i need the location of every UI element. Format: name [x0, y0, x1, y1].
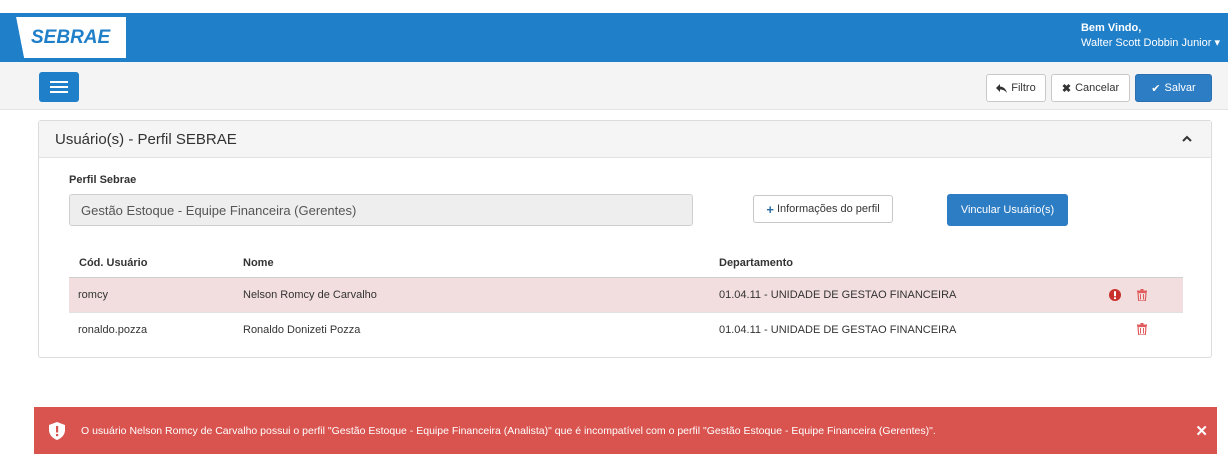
col-header-department: Departamento	[719, 257, 793, 269]
filter-label: Filtro	[1011, 82, 1036, 94]
plus-icon: +	[766, 201, 774, 217]
trash-icon[interactable]	[1136, 289, 1148, 301]
profile-info-label: Informações do perfil	[776, 203, 880, 215]
shield-alert-icon	[49, 422, 65, 440]
save-button[interactable]: ✔ Salvar	[1135, 74, 1212, 102]
reply-icon	[996, 83, 1008, 93]
sebrae-logo[interactable]: SEBRAE	[10, 13, 126, 62]
top-bar: SEBRAE Bem Vindo, Walter Scott Dobbin Ju…	[0, 13, 1228, 62]
cell-department: 01.04.11 - UNIDADE DE GESTAO FINANCEIRA	[719, 324, 957, 336]
close-icon: ✖	[1061, 82, 1072, 95]
svg-text:SEBRAE: SEBRAE	[31, 27, 112, 48]
panel-header: Usuário(s) - Perfil SEBRAE	[39, 121, 1211, 158]
welcome-text: Bem Vindo,	[1080, 22, 1142, 34]
cell-name: Nelson Romcy de Carvalho	[243, 289, 377, 301]
error-alert: O usuário Nelson Romcy de Carvalho possu…	[34, 407, 1217, 454]
save-label: Salvar	[1164, 82, 1196, 94]
alert-message: O usuário Nelson Romcy de Carvalho possu…	[81, 425, 936, 437]
hamburger-menu-button[interactable]	[39, 72, 79, 102]
alert-close-button[interactable]: ✕	[1195, 422, 1208, 440]
trash-icon[interactable]	[1136, 323, 1148, 335]
action-toolbar: Filtro ✖ Cancelar ✔ Salvar	[0, 62, 1228, 110]
profile-info-button[interactable]: + Informações do perfil	[753, 195, 893, 223]
user-profile-panel: Usuário(s) - Perfil SEBRAE Perfil Sebrae…	[38, 120, 1212, 358]
profile-label: Perfil Sebrae	[69, 174, 137, 186]
user-menu[interactable]: Walter Scott Dobbin Junior ▾	[1081, 36, 1220, 51]
link-users-button[interactable]: Vincular Usuário(s)	[947, 194, 1068, 226]
cancel-button[interactable]: ✖ Cancelar	[1051, 74, 1130, 102]
check-icon: ✔	[1151, 82, 1161, 95]
cell-department: 01.04.11 - UNIDADE DE GESTAO FINANCEIRA	[719, 289, 957, 301]
cancel-label: Cancelar	[1075, 82, 1120, 94]
cell-code: romcy	[78, 289, 108, 301]
filter-button[interactable]: Filtro	[986, 74, 1046, 102]
error-icon[interactable]	[1109, 289, 1121, 301]
cell-name: Ronaldo Donizeti Pozza	[243, 324, 361, 336]
profile-select[interactable]: Gestão Estoque - Equipe Financeira (Gere…	[69, 194, 693, 226]
table-row[interactable]: ronaldo.pozza Ronaldo Donizeti Pozza 01.…	[69, 313, 1183, 347]
col-header-code: Cód. Usuário	[79, 257, 148, 269]
welcome-block: Bem Vindo, Walter Scott Dobbin Junior ▾	[1081, 21, 1220, 51]
cell-code: ronaldo.pozza	[78, 324, 148, 336]
panel-title: Usuário(s) - Perfil SEBRAE	[55, 131, 237, 148]
table-row[interactable]: romcy Nelson Romcy de Carvalho 01.04.11 …	[69, 278, 1183, 312]
col-header-name: Nome	[243, 257, 274, 269]
chevron-up-icon[interactable]	[1179, 131, 1195, 147]
